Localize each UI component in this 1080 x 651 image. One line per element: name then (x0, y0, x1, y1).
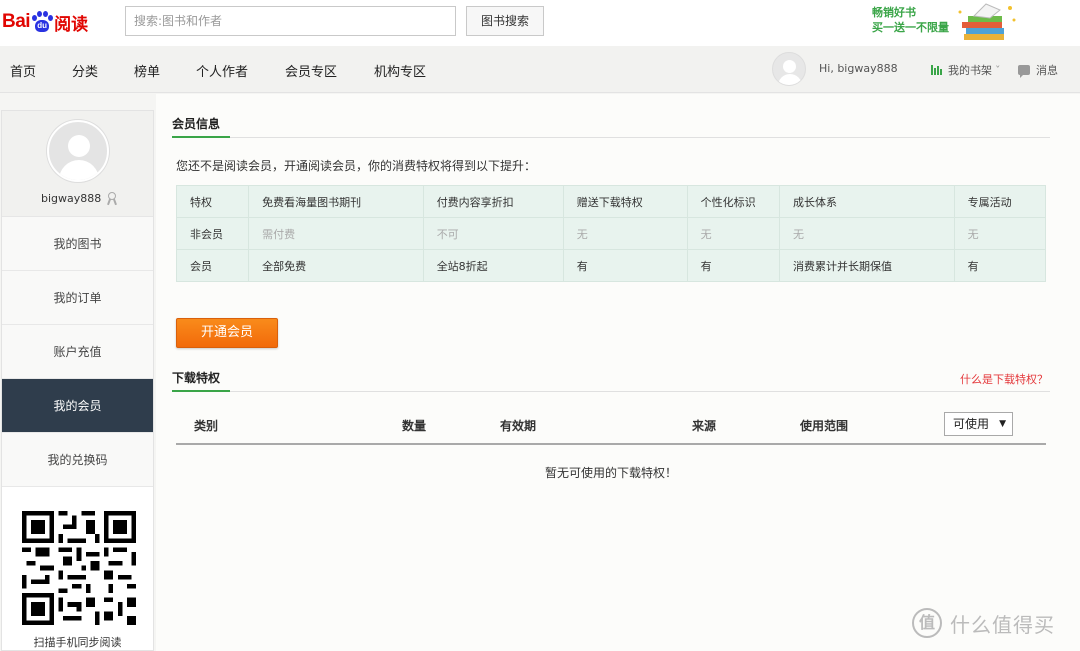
promo-line-1: 畅销好书 (872, 6, 916, 19)
username-text: bigway888 (41, 191, 102, 205)
sidebar-item-recharge[interactable]: 账户充值 (2, 325, 153, 379)
qr-caption: 扫描手机同步阅读 (33, 636, 122, 649)
baidu-reading-logo[interactable]: Bai du 阅读 (2, 6, 88, 38)
search-button[interactable]: 图书搜索 (466, 6, 544, 36)
table-row-non-member: 非会员 需付费 不可 无 无 无 无 (175, 217, 1047, 250)
main-content: 会员信息 您还不是阅读会员，开通阅读会员，你的消费特权将得到以下提升： 特权 免… (156, 94, 1080, 651)
smzdm-watermark: 值 什么值得买 (912, 608, 1055, 638)
table-cell: 有 (562, 249, 688, 282)
message-bubble-icon (1018, 65, 1030, 78)
member-info-header: 会员信息 (172, 110, 1050, 138)
table-cell: 会员 (175, 249, 250, 282)
messages-label: 消息 (1036, 64, 1058, 77)
membership-intro-text: 您还不是阅读会员，开通阅读会员，你的消费特权将得到以下提升： (176, 159, 537, 173)
col-scope: 使用范围 (800, 419, 849, 433)
qr-code-icon (22, 511, 136, 625)
table-cell: 有 (686, 249, 781, 282)
search-input[interactable]: 搜索:图书和作者 (125, 6, 456, 36)
table-cell: 免费看海量图书期刊 (248, 185, 424, 218)
table-cell: 赠送下载特权 (562, 185, 688, 218)
member-badge-icon[interactable] (105, 191, 119, 206)
sidebar-item-my-membership[interactable]: 我的会员 (2, 379, 153, 433)
user-greeting[interactable]: Hi, bigway888 (819, 62, 898, 75)
chevron-down-icon: ˇ (995, 63, 1001, 77)
profile-avatar[interactable] (47, 120, 109, 182)
privilege-table: 特权 免费看海量图书期刊 付费内容享折扣 赠送下载特权 个性化标识 成长体系 专… (175, 185, 1047, 282)
dropdown-arrow-icon: ▼ (999, 419, 1006, 429)
nav-personal-authors[interactable]: 个人作者 (196, 61, 248, 80)
table-cell: 无 (686, 217, 781, 250)
table-row-member: 会员 全部免费 全站8折起 有 有 消费累计并长期保值 有 (175, 249, 1047, 282)
bookshelf-label: 我的书架 (948, 64, 992, 77)
top-header: Bai du 阅读 搜索:图书和作者 图书搜索 畅销好书 买一送一不限量 (0, 0, 1080, 46)
table-cell: 需付费 (248, 217, 424, 250)
table-cell: 全部免费 (248, 249, 424, 282)
sidebar-item-my-orders[interactable]: 我的订单 (2, 271, 153, 325)
open-membership-button[interactable]: 开通会员 (176, 318, 278, 348)
member-info-title: 会员信息 (172, 110, 231, 138)
nav-institution-zone[interactable]: 机构专区 (374, 61, 426, 80)
table-cell: 个性化标识 (686, 185, 781, 218)
table-cell: 无 (779, 217, 955, 250)
empty-state-text: 暂无可使用的下载特权！ (544, 466, 677, 480)
table-cell: 成长体系 (779, 185, 955, 218)
nav-category[interactable]: 分类 (72, 61, 98, 80)
what-is-download-privilege-link[interactable]: 什么是下载特权？ (960, 371, 1048, 387)
col-validity: 有效期 (500, 419, 537, 433)
sidebar-item-redeem-codes[interactable]: 我的兑换码 (2, 433, 153, 487)
logo-bai-text: Bai (2, 11, 31, 32)
col-source: 来源 (692, 419, 717, 433)
col-category: 类别 (194, 419, 219, 433)
table-cell: 不可 (422, 217, 564, 250)
books-stack-icon (958, 3, 1016, 40)
account-sidebar: bigway888 我的图书 我的订单 账户充值 我的会员 我的兑换码 扫描手机… (1, 110, 154, 651)
profile-card: bigway888 (2, 111, 153, 217)
table-cell: 全站8折起 (422, 249, 564, 282)
table-cell: 非会员 (175, 217, 250, 250)
promo-line-2: 买一送一不限量 (872, 21, 949, 34)
main-navbar: 首页 分类 榜单 个人作者 会员专区 机构专区 Hi, bigway888 我的… (0, 46, 1080, 93)
download-privilege-title: 下载特权 (172, 364, 231, 392)
table-cell: 特权 (175, 185, 250, 218)
col-quantity: 数量 (402, 419, 427, 433)
watermark-logo-icon: 值 (912, 608, 942, 638)
table-cell: 有 (953, 249, 1047, 282)
logo-du-text: du (35, 20, 50, 32)
table-cell: 消费累计并长期保值 (779, 249, 955, 282)
nav-home[interactable]: 首页 (10, 61, 36, 80)
logo-yuedu-text: 阅读 (54, 14, 89, 35)
paw-icon: du (31, 11, 54, 33)
table-cell: 无 (562, 217, 688, 250)
profile-username: bigway888 (41, 191, 119, 206)
promo-banner[interactable]: 畅销好书 买一送一不限量 (872, 5, 949, 35)
filter-value: 可使用 (953, 417, 990, 431)
nav-rankings[interactable]: 榜单 (134, 61, 160, 80)
table-cell: 付费内容享折扣 (422, 185, 564, 218)
download-privilege-header: 下载特权 (172, 364, 1050, 392)
download-table-header: 类别 数量 有效期 来源 使用范围 可使用 ▼ (176, 405, 1046, 445)
watermark-text: 什么值得买 (950, 612, 1055, 637)
sidebar-item-my-books[interactable]: 我的图书 (2, 217, 153, 271)
table-cell: 专属活动 (953, 185, 1047, 218)
bookshelf-menu[interactable]: 我的书架 ˇ (931, 62, 1001, 78)
avatar[interactable] (772, 52, 806, 86)
availability-filter-select[interactable]: 可使用 ▼ (944, 412, 1013, 436)
messages-link[interactable]: 消息 (1018, 62, 1058, 78)
table-header-row: 特权 免费看海量图书期刊 付费内容享折扣 赠送下载特权 个性化标识 成长体系 专… (175, 185, 1047, 218)
nav-member-zone[interactable]: 会员专区 (285, 61, 337, 80)
table-cell: 无 (953, 217, 1047, 250)
bookshelf-icon (931, 65, 943, 75)
